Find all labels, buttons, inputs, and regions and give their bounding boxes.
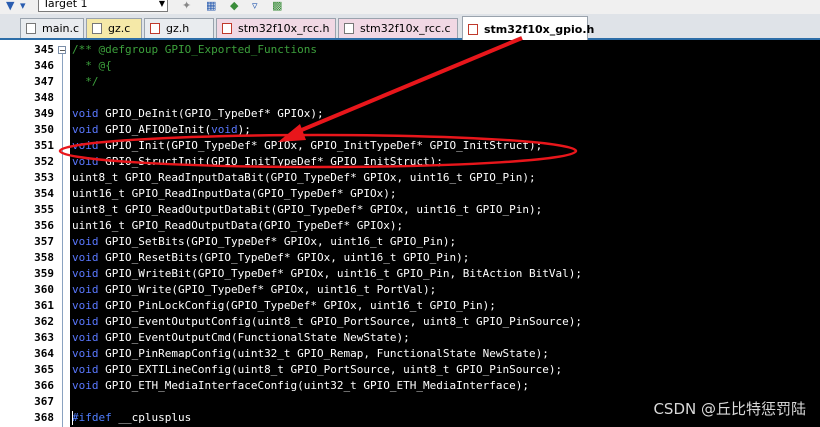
line-number: 363 — [34, 331, 54, 344]
c-file-icon — [92, 23, 102, 34]
tab-stm32f10x-rcc-h[interactable]: stm32f10x_rcc.h — [216, 18, 336, 38]
fold-guide — [62, 48, 63, 427]
code-line: void GPIO_Init(GPIO_TypeDef* GPIOx, GPIO… — [72, 139, 543, 152]
code-line: void GPIO_EventOutputCmd(FunctionalState… — [72, 331, 410, 344]
code-editor[interactable]: − 345 /** @defgroup GPIO_Exported_Functio… — [0, 40, 820, 427]
file-tab-bar: main.c gz.c gz.h stm32f10x_rcc.h stm32f1… — [0, 14, 820, 40]
line-number: 349 — [34, 107, 54, 120]
code-line: void GPIO_WriteBit(GPIO_TypeDef* GPIOx, … — [72, 267, 582, 280]
code-line: void GPIO_Write(GPIO_TypeDef* GPIOx, uin… — [72, 283, 437, 296]
line-number: 345 — [34, 43, 54, 56]
line-number: 360 — [34, 283, 54, 296]
code-line: * @{ — [72, 59, 112, 72]
toolbar: ▼ ▾ Target 1 ▼ ✦ ▦ ◆ ▿ ▩ — [0, 0, 820, 14]
tab-gz-h[interactable]: gz.h — [144, 18, 214, 38]
line-number: 364 — [34, 347, 54, 360]
target-select-value: Target 1 — [43, 0, 88, 10]
code-line: void GPIO_SetBits(GPIO_TypeDef* GPIOx, u… — [72, 235, 457, 248]
c-file-icon — [344, 23, 354, 34]
tab-gz-c[interactable]: gz.c — [86, 18, 142, 38]
line-number: 352 — [34, 155, 54, 168]
green-diamond-icon[interactable]: ◆ — [230, 0, 238, 12]
c-file-icon — [26, 23, 36, 34]
tab-label: stm32f10x_gpio.h — [484, 23, 595, 36]
tab-label: stm32f10x_rcc.c — [360, 22, 451, 35]
tab-label: gz.c — [108, 22, 131, 35]
options-icon[interactable]: ▾ — [20, 0, 26, 12]
tab-label: stm32f10x_rcc.h — [238, 22, 330, 35]
h-file-icon — [222, 23, 232, 34]
line-number: 356 — [34, 219, 54, 232]
line-number: 350 — [34, 123, 54, 136]
line-number: 366 — [34, 379, 54, 392]
line-number: 353 — [34, 171, 54, 184]
line-number: 367 — [34, 395, 54, 408]
code-line: void GPIO_StructInit(GPIO_InitTypeDef* G… — [72, 155, 443, 168]
tab-label: main.c — [42, 22, 80, 35]
line-number: 365 — [34, 363, 54, 376]
code-line: /** @defgroup GPIO_Exported_Functions — [72, 43, 318, 56]
line-number: 355 — [34, 203, 54, 216]
code-line: uint16_t GPIO_ReadOutputData(GPIO_TypeDe… — [72, 219, 404, 232]
line-number: 354 — [34, 187, 54, 200]
code-line: void GPIO_DeInit(GPIO_TypeDef* GPIOx); — [72, 107, 324, 120]
target-select[interactable]: Target 1 ▼ — [38, 0, 168, 12]
tab-stm32f10x-gpio-h[interactable]: stm32f10x_gpio.h — [462, 16, 594, 40]
line-number: 357 — [34, 235, 54, 248]
fold-margin — [56, 40, 70, 427]
line-number: 362 — [34, 315, 54, 328]
code-line: uint16_t GPIO_ReadInputData(GPIO_TypeDef… — [72, 187, 397, 200]
code-line: uint8_t GPIO_ReadOutputDataBit(GPIO_Type… — [72, 203, 543, 216]
tab-main-c[interactable]: main.c — [20, 18, 84, 38]
h-file-icon — [150, 23, 160, 34]
tab-stm32f10x-rcc-c[interactable]: stm32f10x_rcc.c — [338, 18, 458, 38]
file-extensions-icon[interactable]: ▦ — [206, 0, 216, 12]
line-number: 358 — [34, 251, 54, 264]
code-line: void GPIO_ETH_MediaInterfaceConfig(uint3… — [72, 379, 529, 392]
code-line: void GPIO_EventOutputConfig(uint8_t GPIO… — [72, 315, 582, 328]
line-number: 361 — [34, 299, 54, 312]
code-line: uint8_t GPIO_ReadInputDataBit(GPIO_TypeD… — [72, 171, 536, 184]
tab-label: gz.h — [166, 22, 190, 35]
code-line: void GPIO_EXTILineConfig(uint8_t GPIO_Po… — [72, 363, 563, 376]
line-number: 348 — [34, 91, 54, 104]
build-icon[interactable]: ▼ — [6, 0, 14, 12]
line-number: 368 — [34, 411, 54, 424]
manage-project-icon[interactable]: ✦ — [182, 0, 191, 12]
chevron-down-icon[interactable]: ▼ — [159, 0, 165, 11]
pack-installer-icon[interactable]: ▩ — [272, 0, 282, 12]
code-line: void GPIO_PinLockConfig(GPIO_TypeDef* GP… — [72, 299, 496, 312]
fold-toggle-icon[interactable]: − — [58, 46, 66, 55]
code-line: void GPIO_PinRemapConfig(uint32_t GPIO_R… — [72, 347, 549, 360]
text-cursor — [72, 411, 73, 425]
code-line: */ — [72, 75, 99, 88]
line-number: 346 — [34, 59, 54, 72]
h-file-icon — [468, 24, 478, 35]
code-line: #ifdef __cplusplus — [72, 411, 192, 424]
filter-icon[interactable]: ▿ — [252, 0, 258, 12]
code-line: void GPIO_AFIODeInit(void); — [72, 123, 251, 136]
line-number: 351 — [34, 139, 54, 152]
code-line: void GPIO_ResetBits(GPIO_TypeDef* GPIOx,… — [72, 251, 470, 264]
line-number: 347 — [34, 75, 54, 88]
line-number: 359 — [34, 267, 54, 280]
watermark: CSDN @丘比特惩罚陆 — [653, 400, 806, 418]
